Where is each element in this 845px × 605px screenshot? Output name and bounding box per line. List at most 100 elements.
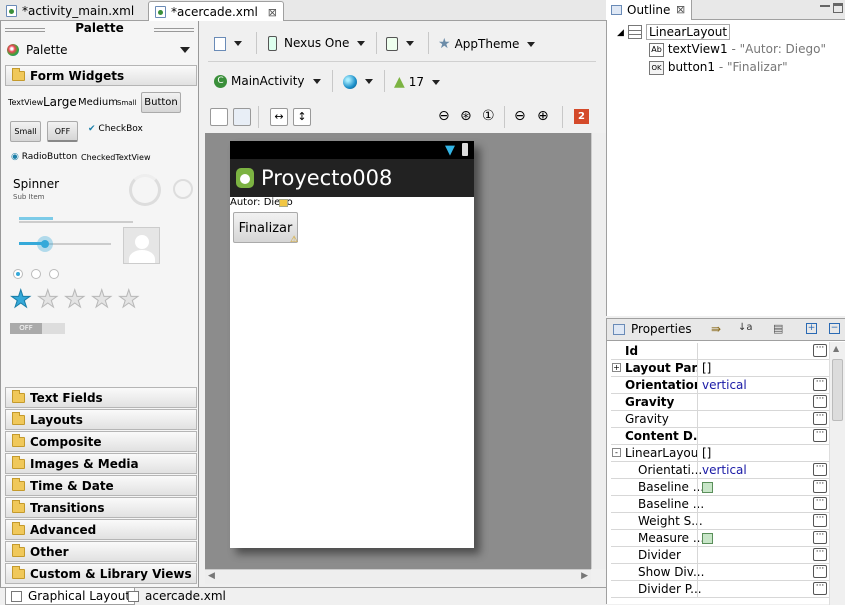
category-layouts[interactable]: Layouts [5, 409, 197, 430]
property-value[interactable] [697, 479, 811, 495]
fill-height-icon[interactable]: ↕ [293, 108, 311, 126]
property-row[interactable]: Divider P... ··· [611, 581, 829, 598]
property-value[interactable] [697, 496, 811, 512]
scroll-up-icon[interactable]: ▲ [833, 344, 839, 353]
tab-acercade[interactable]: *acercade.xml ⊠ [148, 1, 284, 21]
property-row[interactable]: Baseline ... ··· [611, 479, 829, 496]
tree-item-linearlayout[interactable]: LinearLayout [646, 24, 731, 40]
maximize-icon[interactable] [833, 3, 843, 13]
property-value[interactable] [697, 411, 811, 427]
rating-star-icon[interactable]: ★ [118, 287, 140, 312]
tab-activity-main[interactable]: *activity_main.xml [0, 1, 140, 21]
widget-toggle-button[interactable]: OFF [47, 121, 78, 142]
category-images-media[interactable]: Images & Media [5, 453, 197, 474]
property-value[interactable] [697, 581, 811, 597]
property-value[interactable] [697, 564, 811, 580]
more-options-icon[interactable]: ··· [813, 412, 827, 425]
widget-large[interactable]: Large [43, 95, 77, 109]
more-options-icon[interactable]: ··· [813, 344, 827, 357]
expand-all-icon[interactable]: + [806, 323, 817, 334]
zoom-out-icon[interactable]: ⊖ [514, 108, 526, 124]
tab-graphical-layout[interactable]: Graphical Layout [5, 588, 136, 605]
radio-group-item[interactable] [31, 269, 41, 279]
category-composite[interactable]: Composite [5, 431, 197, 452]
property-row[interactable]: Baseline ... ··· [611, 496, 829, 513]
property-value[interactable] [697, 343, 811, 359]
minimize-icon[interactable] [820, 4, 830, 7]
quick-contact-icon[interactable] [123, 227, 160, 264]
more-options-icon[interactable]: ··· [813, 395, 827, 408]
zoom-in-icon[interactable]: ⊕ [537, 108, 549, 124]
property-row[interactable]: Orientation vertical ··· [611, 377, 829, 394]
property-row[interactable]: Content D... ··· [611, 428, 829, 445]
more-options-icon[interactable]: ··· [813, 378, 827, 391]
rating-star-icon[interactable]: ★ [91, 287, 113, 312]
property-value[interactable]: [] [697, 360, 811, 376]
activity-dropdown[interactable]: C MainActivity [214, 69, 321, 93]
vertical-scrollbar[interactable] [591, 133, 606, 569]
widget-spinner[interactable]: Spinner [13, 177, 59, 191]
show-advanced-icon[interactable]: ⇛ [711, 322, 721, 336]
error-count-badge[interactable]: 2 [574, 109, 589, 124]
progress-large-icon[interactable] [129, 174, 161, 206]
rating-star-filled-icon[interactable]: ★ [10, 287, 32, 312]
property-row[interactable]: Gravity ··· [611, 394, 829, 411]
property-row[interactable]: Weight S... ··· [611, 513, 829, 530]
scroll-right-icon[interactable]: ▶ [581, 571, 588, 581]
property-value[interactable] [697, 513, 811, 529]
more-options-icon[interactable]: ··· [813, 480, 827, 493]
filter-icon[interactable]: ▤ [773, 322, 783, 335]
property-value[interactable] [697, 428, 811, 444]
tree-item-textview1[interactable]: Ab textView1 - "Autor: Diego" [649, 42, 826, 57]
property-value[interactable]: [] [697, 445, 811, 461]
collapse-all-icon[interactable]: − [829, 323, 840, 334]
layout-vertical-icon[interactable] [233, 108, 251, 126]
property-row[interactable]: Divider ··· [611, 547, 829, 564]
category-text-fields[interactable]: Text Fields [5, 387, 197, 408]
property-row[interactable]: + Layout Par... [] [611, 360, 829, 377]
property-row[interactable]: Measure ... ··· [611, 530, 829, 547]
progress-horizontal-track[interactable] [19, 221, 133, 223]
zoom-100-icon[interactable]: ① [482, 108, 495, 124]
property-value[interactable] [697, 547, 811, 563]
category-other[interactable]: Other [5, 541, 197, 562]
outline-tab[interactable]: Outline ⊠ [606, 0, 692, 20]
theme-dropdown[interactable]: ★ AppTheme [438, 31, 536, 55]
more-options-icon[interactable]: ··· [813, 429, 827, 442]
zoom-fit-icon[interactable]: ⊛ [460, 108, 472, 124]
more-options-icon[interactable]: ··· [813, 582, 827, 595]
expand-icon[interactable]: + [612, 363, 621, 372]
horizontal-scrollbar[interactable]: ◀ ▶ [205, 569, 591, 584]
property-row[interactable]: Show Div... ··· [611, 564, 829, 581]
property-row[interactable]: Id ··· [611, 343, 829, 360]
category-advanced[interactable]: Advanced [5, 519, 197, 540]
collapse-icon[interactable]: - [612, 448, 621, 457]
scroll-left-icon[interactable]: ◀ [208, 571, 215, 581]
widget-radiobutton[interactable]: ◉ RadioButton [11, 152, 77, 162]
more-options-icon[interactable]: ··· [813, 565, 827, 578]
tree-item-button1[interactable]: OK button1 - "Finalizar" [649, 60, 788, 75]
layout-horizontal-icon[interactable] [210, 108, 228, 126]
palette-dropdown[interactable]: Palette [4, 41, 196, 60]
close-icon[interactable]: ⊠ [676, 3, 685, 16]
rating-star-icon[interactable]: ★ [37, 287, 59, 312]
widget-checkedtextview[interactable]: CheckedTextView [81, 153, 151, 162]
category-form-widgets[interactable]: Form Widgets [5, 65, 197, 86]
more-options-icon[interactable]: ··· [813, 548, 827, 561]
more-options-icon[interactable]: ··· [813, 531, 827, 544]
widget-switch[interactable]: OFF [10, 323, 65, 334]
radio-group-item[interactable] [49, 269, 59, 279]
properties-scrollbar[interactable]: ▲ [829, 342, 845, 605]
fill-width-icon[interactable]: ↔ [270, 108, 288, 126]
property-row[interactable]: Gravity ··· [611, 411, 829, 428]
property-value[interactable] [697, 394, 811, 410]
widget-button[interactable]: Button [141, 92, 181, 113]
seekbar-thumb[interactable] [37, 236, 53, 252]
property-value[interactable]: vertical [697, 377, 811, 393]
property-row[interactable]: Orientati... vertical ··· [611, 462, 829, 479]
config-chooser-button[interactable] [214, 31, 242, 55]
device-dropdown[interactable]: Nexus One [268, 31, 366, 55]
category-time-date[interactable]: Time & Date [5, 475, 197, 496]
preview-button[interactable]: Finalizar [233, 212, 298, 243]
category-custom-library-views[interactable]: Custom & Library Views [5, 563, 197, 584]
